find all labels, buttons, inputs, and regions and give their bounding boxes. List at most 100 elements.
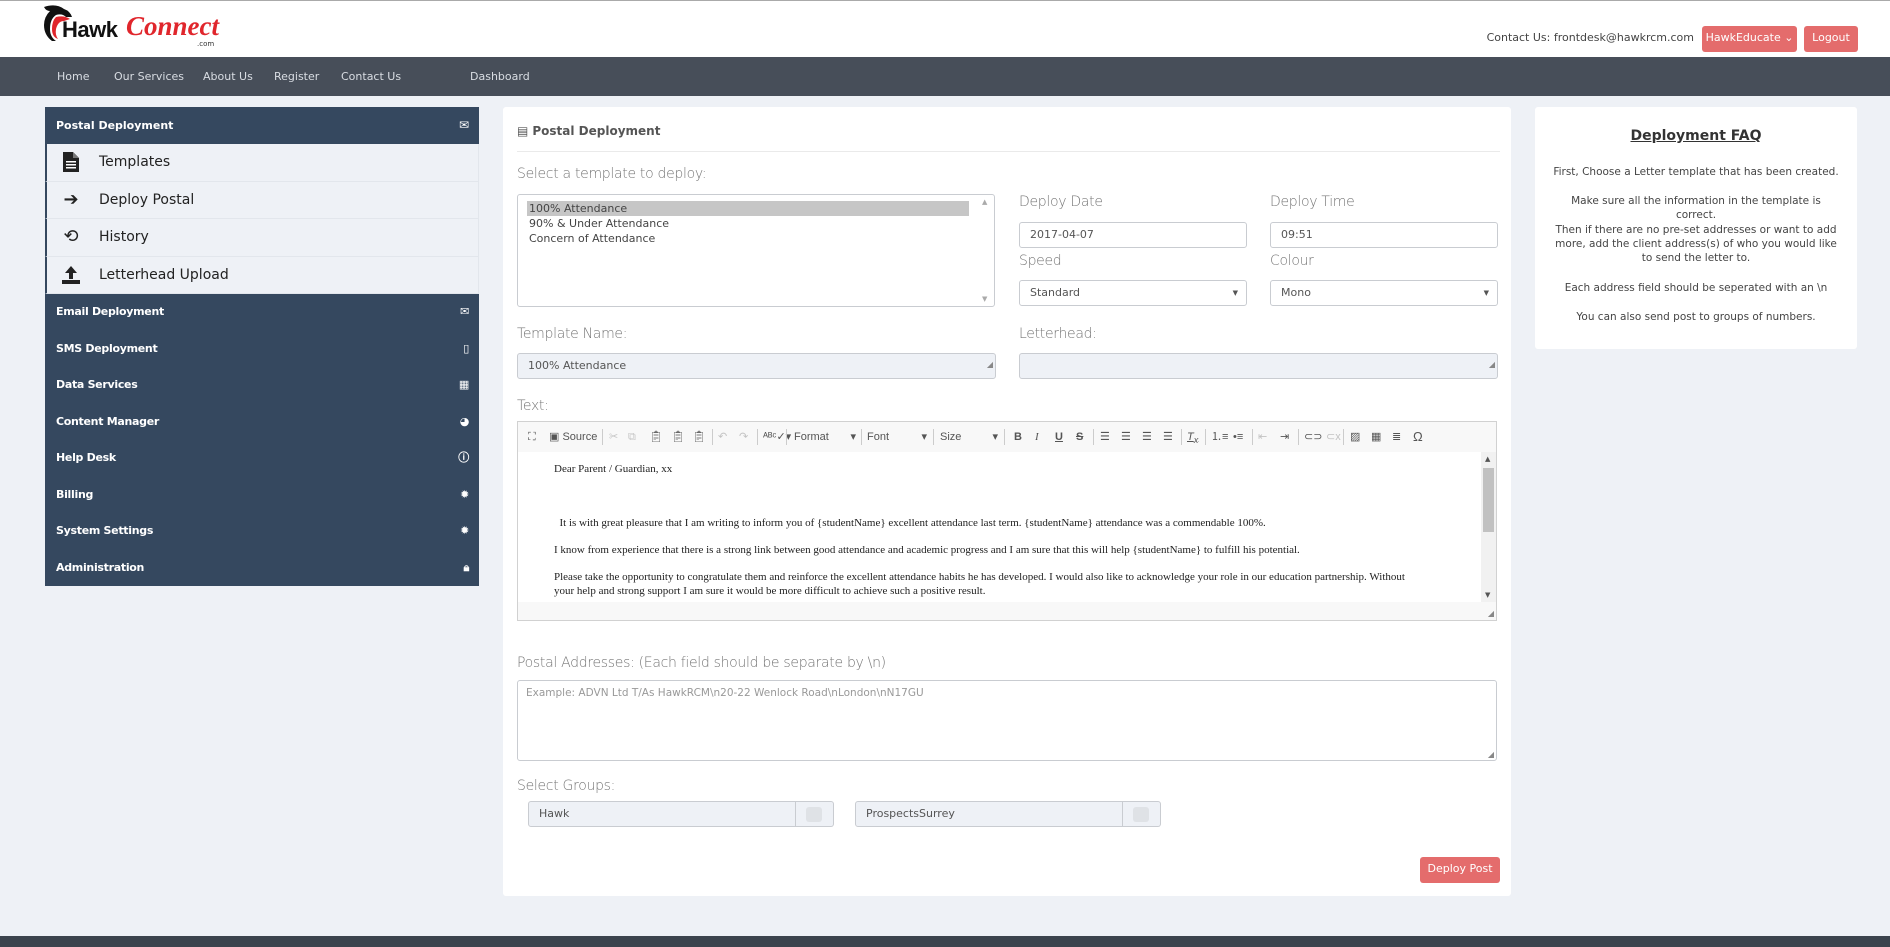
- template-option[interactable]: 90% & Under Attendance: [527, 216, 969, 231]
- numbered-list-icon[interactable]: ⒈≡: [1211, 429, 1228, 445]
- resize-handle-icon[interactable]: ◢: [1488, 609, 1494, 618]
- sidebar-item-label: Help Desk: [56, 451, 116, 464]
- nav-our-services[interactable]: Our Services: [114, 57, 184, 96]
- sidebar-item-email-deployment[interactable]: Email Deployment ✉: [45, 294, 479, 331]
- sidebar-item-billing[interactable]: Billing ✹: [45, 476, 479, 513]
- caret-down-icon: ▼: [1483, 289, 1489, 297]
- postal-addresses-textarea[interactable]: Example: ADVN Ltd T/As HawkRCM\n20-22 We…: [517, 680, 1497, 761]
- image-icon[interactable]: ▨: [1350, 429, 1360, 445]
- group-name: ProspectsSurrey: [855, 801, 1123, 827]
- nav-home[interactable]: Home: [57, 57, 89, 96]
- toolbar-separator: [757, 429, 758, 445]
- paste-word-icon[interactable]: 📋︎: [692, 429, 706, 445]
- main-nav: Home Our Services About Us Register Cont…: [0, 57, 1890, 96]
- group-checkbox-wrap[interactable]: [796, 801, 834, 827]
- template-option[interactable]: Concern of Attendance: [527, 231, 969, 246]
- group-name: Hawk: [528, 801, 796, 827]
- listbox-scrollbar[interactable]: ▲ ▼: [978, 195, 994, 306]
- group-checkbox[interactable]: [1133, 807, 1149, 822]
- size-dropdown[interactable]: Size ▾: [940, 429, 998, 445]
- nav-about-us[interactable]: About Us: [203, 57, 253, 96]
- deploy-date-label: Deploy Date: [1019, 194, 1103, 210]
- comment-icon: ▤: [517, 124, 529, 138]
- horizontal-line-icon[interactable]: ≣: [1392, 429, 1401, 445]
- underline-icon[interactable]: U: [1055, 429, 1063, 445]
- copy-icon[interactable]: ⧉: [628, 429, 636, 445]
- sidebar-subitem-history[interactable]: ⟲ History: [45, 219, 479, 257]
- align-left-icon[interactable]: ☰: [1100, 429, 1110, 445]
- sidebar-subitem-deploy-postal[interactable]: ➔ Deploy Postal: [45, 181, 479, 219]
- sidebar-item-postal-deployment[interactable]: Postal Deployment ✉: [45, 107, 479, 144]
- upload-icon: [61, 265, 81, 285]
- letter-paragraph: your help and strong support I am sure i…: [554, 585, 986, 597]
- unlink-icon[interactable]: ⊂x: [1326, 429, 1341, 445]
- logout-button[interactable]: Logout: [1804, 26, 1858, 52]
- special-character-icon[interactable]: Ω: [1413, 429, 1423, 445]
- scroll-down-icon[interactable]: ▼: [1485, 591, 1490, 599]
- group-checkbox[interactable]: [806, 807, 822, 822]
- scrollbar-thumb[interactable]: [1483, 468, 1494, 532]
- format-dropdown[interactable]: Format ▾: [794, 429, 856, 445]
- letter-paragraph: Please take the opportunity to congratul…: [554, 571, 1405, 583]
- deploy-date-input[interactable]: 2017-04-07: [1019, 222, 1247, 248]
- logo[interactable]: Hawk Connect .com: [42, 3, 222, 53]
- maximize-icon[interactable]: ⛶: [528, 429, 536, 445]
- sidebar-item-system-settings[interactable]: System Settings ✹: [45, 513, 479, 550]
- indent-icon[interactable]: ⇥: [1280, 429, 1289, 445]
- resize-handle-icon[interactable]: ◢: [1488, 750, 1494, 759]
- template-listbox[interactable]: 100% Attendance 90% & Under Attendance C…: [517, 194, 995, 307]
- sidebar-item-content-manager[interactable]: Content Manager ◕: [45, 403, 479, 440]
- text-label: Text:: [517, 398, 549, 414]
- paste-text-icon[interactable]: 📋︎: [671, 429, 685, 445]
- undo-icon[interactable]: ↶: [718, 429, 727, 445]
- deploy-post-button[interactable]: Deploy Post: [1420, 857, 1500, 883]
- sidebar-item-administration[interactable]: Administration 🔒︎: [45, 549, 479, 586]
- sidebar-subitem-letterhead-upload[interactable]: Letterhead Upload: [45, 256, 479, 294]
- outdent-icon[interactable]: ⇤: [1258, 429, 1267, 445]
- letter-paragraph: It is with great pleasure that I am writ…: [554, 517, 1266, 529]
- editor-scrollbar[interactable]: ▲ ▼: [1481, 452, 1496, 602]
- nav-dashboard[interactable]: Dashboard: [470, 57, 530, 96]
- nav-contact-us[interactable]: Contact Us: [341, 57, 401, 96]
- bold-icon[interactable]: B: [1014, 429, 1022, 445]
- scroll-up-icon[interactable]: ▲: [982, 198, 987, 206]
- font-dropdown[interactable]: Font ▾: [867, 429, 927, 445]
- scroll-up-icon[interactable]: ▲: [1485, 455, 1490, 463]
- sidebar-item-label: Postal Deployment: [56, 119, 174, 132]
- remove-format-icon[interactable]: Tx: [1187, 429, 1198, 445]
- header: Hawk Connect .com Contact Us: frontdesk@…: [0, 1, 1890, 57]
- resize-handle-icon[interactable]: ◢: [987, 353, 993, 377]
- align-justify-icon[interactable]: ☰: [1163, 429, 1173, 445]
- strikethrough-icon[interactable]: S: [1076, 429, 1083, 445]
- redo-icon[interactable]: ↷: [739, 429, 748, 445]
- template-name-input[interactable]: 100% Attendance ◢: [517, 353, 996, 379]
- sidebar-item-label: Email Deployment: [56, 305, 164, 318]
- letterhead-input[interactable]: ◢: [1019, 353, 1498, 379]
- sidebar-item-sms-deployment[interactable]: SMS Deployment ▯: [45, 330, 479, 367]
- account-dropdown-button[interactable]: HawkEducate ⌄: [1702, 26, 1797, 52]
- source-label: Source: [562, 431, 598, 443]
- resize-handle-icon[interactable]: ◢: [1489, 353, 1495, 377]
- colour-select[interactable]: Mono ▼: [1270, 280, 1498, 306]
- scroll-down-icon[interactable]: ▼: [982, 295, 987, 303]
- nav-register[interactable]: Register: [274, 57, 319, 96]
- source-button[interactable]: ▣ Source: [549, 429, 597, 445]
- sidebar-item-help-desk[interactable]: Help Desk ⓘ: [45, 440, 479, 477]
- editor-content[interactable]: Dear Parent / Guardian, xx It is with gr…: [518, 452, 1481, 602]
- sidebar-item-data-services[interactable]: Data Services ▦: [45, 367, 479, 404]
- paste-icon[interactable]: 📋︎: [649, 429, 663, 445]
- rich-text-editor[interactable]: ⛶ ▣ Source ✂ ⧉ 📋︎ 📋︎ 📋︎ ↶ ↷ ᴬᴮᶜ✓▾ Format…: [517, 421, 1497, 621]
- align-center-icon[interactable]: ☰: [1121, 429, 1131, 445]
- align-right-icon[interactable]: ☰: [1142, 429, 1152, 445]
- sidebar-subitem-templates[interactable]: Templates: [45, 144, 479, 182]
- group-checkbox-wrap[interactable]: [1123, 801, 1161, 827]
- deploy-time-input[interactable]: 09:51: [1270, 222, 1498, 248]
- template-option[interactable]: 100% Attendance: [527, 201, 969, 216]
- table-icon[interactable]: ▦: [1371, 429, 1381, 445]
- contact-email[interactable]: Contact Us: frontdesk@hawkrcm.com: [1487, 31, 1694, 44]
- bulleted-list-icon[interactable]: •≡: [1233, 429, 1243, 445]
- cut-icon[interactable]: ✂: [609, 429, 618, 445]
- italic-icon[interactable]: I: [1035, 429, 1039, 445]
- link-icon[interactable]: ⊂⊃: [1304, 429, 1322, 445]
- speed-select[interactable]: Standard ▼: [1019, 280, 1247, 306]
